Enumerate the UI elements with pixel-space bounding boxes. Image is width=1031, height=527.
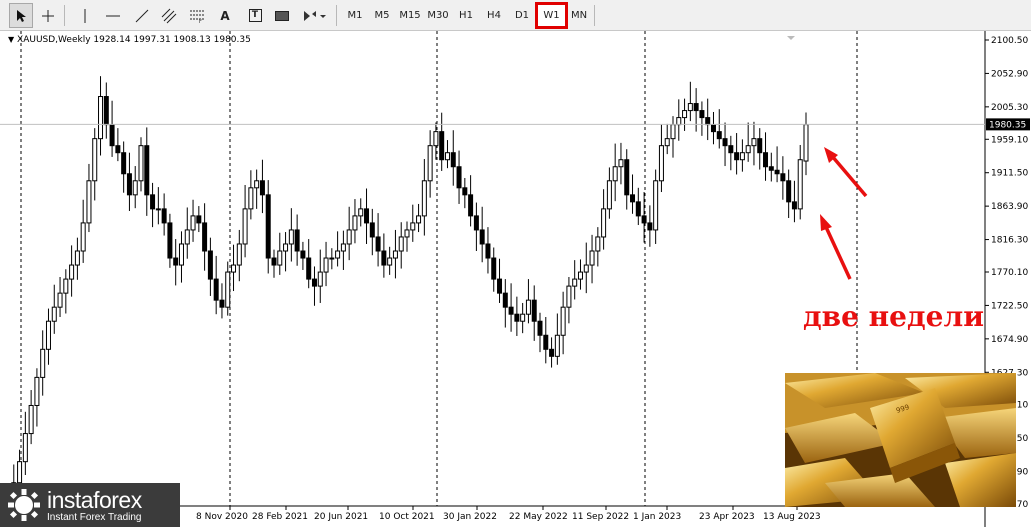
timeframe-m5[interactable]: M5 (369, 3, 395, 28)
price-tick-label: 1722.50 (991, 301, 1028, 311)
timeframe-h4[interactable]: H4 (481, 3, 507, 28)
timeframe-mn[interactable]: MN (566, 3, 592, 28)
instaforex-logo-icon (8, 489, 40, 521)
channel-icon[interactable] (157, 3, 181, 28)
svg-text:F: F (199, 19, 202, 23)
price-tick-label: 1911.50 (991, 169, 1028, 179)
price-tick-label: 1959.10 (991, 135, 1028, 145)
time-tick-label: 22 May 2022 (509, 512, 568, 522)
timeframe-m30[interactable]: M30 (425, 3, 451, 28)
current-price-label: 1980.35 (989, 120, 1026, 130)
timeframe-h1[interactable]: H1 (453, 3, 479, 28)
price-tick-label: 1816.30 (991, 236, 1028, 246)
timeframe-m1[interactable]: M1 (342, 3, 368, 28)
cursor-icon[interactable] (9, 3, 33, 28)
symbol-ohlc-label: XAUUSD,Weekly 1928.14 1997.31 1908.13 19… (17, 35, 251, 45)
time-tick-label: 8 Nov 2020 (196, 512, 248, 522)
price-tick-label: 1674.90 (991, 335, 1028, 345)
price-tick-label: 1770.10 (991, 268, 1028, 278)
text-label-glyph: T (248, 9, 262, 22)
rectangle-icon[interactable] (270, 3, 294, 28)
price-tick-label: 2052.90 (991, 69, 1028, 79)
trendline-icon[interactable] (130, 3, 154, 28)
collapse-arrow-icon[interactable]: ▼ (8, 35, 14, 44)
logo-name: instaforex (47, 487, 142, 513)
price-tick-label: 2100.50 (991, 36, 1028, 46)
toolbar-separator (64, 5, 65, 26)
price-tick-label: 2005.30 (991, 103, 1028, 113)
timeframe-m15[interactable]: M15 (397, 3, 423, 28)
annotation-text: две недели (803, 300, 984, 333)
price-tick-label: 1863.90 (991, 202, 1028, 212)
toolbar-separator (594, 5, 595, 26)
toolbar: F A T M1 M5 M15 M30 H1 H4 D1 W1 MN (0, 0, 1031, 31)
time-tick-label: 13 Aug 2023 (763, 512, 821, 522)
time-tick-label: 30 Jan 2022 (443, 512, 497, 522)
vertical-line-icon[interactable] (74, 3, 96, 28)
instaforex-logo: instaforex Instant Forex Trading (0, 483, 180, 527)
timeframe-w1[interactable]: W1 (535, 2, 568, 29)
time-tick-label: 20 Jun 2021 (314, 512, 368, 522)
horizontal-line-icon[interactable] (101, 3, 125, 28)
shapes-menu-icon[interactable] (299, 3, 329, 28)
fibonacci-icon[interactable]: F (185, 3, 209, 28)
time-tick-label: 1 Jan 2023 (633, 512, 681, 522)
chart-header: ▼ XAUUSD,Weekly 1928.14 1997.31 1908.13 … (8, 35, 251, 45)
toolbar-separator (336, 5, 337, 26)
time-tick-label: 28 Feb 2021 (252, 512, 308, 522)
time-tick-label: 10 Oct 2021 (379, 512, 435, 522)
crosshair-icon[interactable] (36, 3, 60, 28)
text-icon[interactable]: A (214, 3, 236, 28)
logo-tagline: Instant Forex Trading (47, 512, 142, 523)
timeframe-d1[interactable]: D1 (509, 3, 535, 28)
gold-bars-image: 999 (785, 373, 1016, 507)
time-tick-label: 23 Apr 2023 (699, 512, 755, 522)
time-tick-label: 11 Sep 2022 (572, 512, 629, 522)
text-label-icon[interactable]: T (244, 3, 266, 28)
